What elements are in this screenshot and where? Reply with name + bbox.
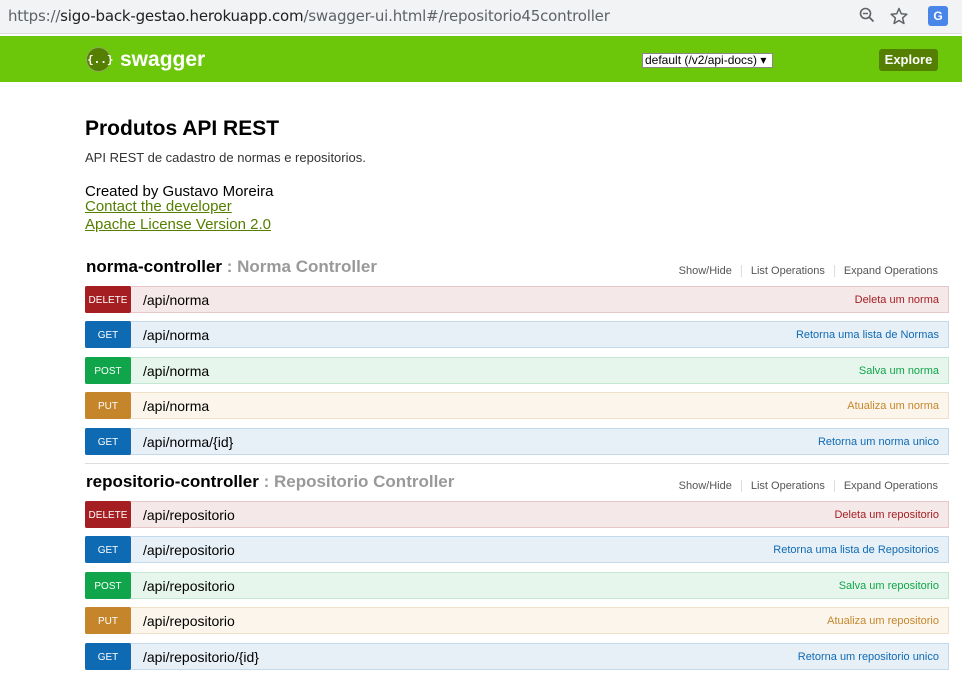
operation-row[interactable]: DELETE /api/norma Deleta um norma xyxy=(85,286,949,313)
operation-path[interactable]: /api/norma xyxy=(143,363,209,379)
controller-title-norma[interactable]: norma-controller : Norma Controller xyxy=(86,257,377,277)
url-path: /swagger-ui.html#/repositorio45controlle… xyxy=(303,7,610,25)
operation-row[interactable]: POST /api/norma Salva um norma xyxy=(85,357,949,384)
swagger-header: {..} swagger default (/v2/api-docs) ▾ Ex… xyxy=(0,36,962,82)
operation-summary[interactable]: Salva um repositorio xyxy=(839,580,939,592)
method-badge: POST xyxy=(85,357,131,384)
method-badge: DELETE xyxy=(85,286,131,313)
api-description: API REST de cadastro de normas e reposit… xyxy=(85,150,366,165)
operation-summary[interactable]: Salva um norma xyxy=(859,365,939,377)
operation-row[interactable]: GET /api/norma Retorna uma lista de Norm… xyxy=(85,321,949,348)
operation-row[interactable]: DELETE /api/repositorio Deleta um reposi… xyxy=(85,501,949,528)
expand-operations-link[interactable]: Expand Operations xyxy=(835,480,938,492)
controller-title-repositorio[interactable]: repositorio-controller : Repositorio Con… xyxy=(86,472,454,492)
operation-row[interactable]: GET /api/repositorio/{id} Retorna um rep… xyxy=(85,643,949,670)
operation-path[interactable]: /api/repositorio xyxy=(143,507,235,523)
show-hide-link[interactable]: Show/Hide xyxy=(670,480,742,492)
method-badge: PUT xyxy=(85,607,131,634)
method-badge: GET xyxy=(85,428,131,455)
method-badge: GET xyxy=(85,536,131,563)
controller-description: : Repositorio Controller xyxy=(263,472,455,491)
spec-select[interactable]: default (/v2/api-docs) ▾ xyxy=(642,53,773,68)
divider xyxy=(85,463,949,464)
url-text[interactable]: https://sigo-back-gestao.herokuapp.com/s… xyxy=(8,7,610,25)
operation-summary[interactable]: Retorna um norma unico xyxy=(818,436,939,448)
controller-actions-norma: Show/Hide List Operations Expand Operation… xyxy=(670,265,938,277)
show-hide-link[interactable]: Show/Hide xyxy=(670,265,742,277)
method-badge: POST xyxy=(85,572,131,599)
operation-path[interactable]: /api/repositorio xyxy=(143,613,235,629)
operation-row[interactable]: GET /api/repositorio Retorna uma lista d… xyxy=(85,536,949,563)
license-link[interactable]: Apache License Version 2.0 xyxy=(85,216,271,233)
operation-row[interactable]: PUT /api/repositorio Atualiza um reposit… xyxy=(85,607,949,634)
method-badge: DELETE xyxy=(85,501,131,528)
operation-path[interactable]: /api/norma xyxy=(143,292,209,308)
operation-path[interactable]: /api/norma xyxy=(143,398,209,414)
url-scheme: https:// xyxy=(8,7,61,25)
operation-path[interactable]: /api/repositorio/{id} xyxy=(143,649,259,665)
operation-row[interactable]: POST /api/repositorio Salva um repositor… xyxy=(85,572,949,599)
operation-row[interactable]: PUT /api/norma Atualiza um norma xyxy=(85,392,949,419)
contact-developer-link[interactable]: Contact the developer xyxy=(85,198,232,215)
operation-summary[interactable]: Deleta um repositorio xyxy=(834,509,939,521)
operation-summary[interactable]: Atualiza um norma xyxy=(847,400,939,412)
list-operations-link[interactable]: List Operations xyxy=(742,480,835,492)
translate-icon[interactable]: G xyxy=(928,6,948,26)
logo-text: swagger xyxy=(120,48,206,71)
controller-name: norma-controller xyxy=(86,257,223,276)
operation-path[interactable]: /api/repositorio xyxy=(143,578,235,594)
operation-summary[interactable]: Retorna um repositorio unico xyxy=(798,651,939,663)
address-bar[interactable]: https://sigo-back-gestao.herokuapp.com/s… xyxy=(0,0,962,34)
method-badge: PUT xyxy=(85,392,131,419)
operation-summary[interactable]: Retorna uma lista de Normas xyxy=(796,329,939,341)
controller-description: : Norma Controller xyxy=(226,257,377,276)
controller-name: repositorio-controller xyxy=(86,472,259,491)
bookmark-star-icon[interactable] xyxy=(889,7,909,27)
operation-path[interactable]: /api/norma xyxy=(143,327,209,343)
list-operations-link[interactable]: List Operations xyxy=(742,265,835,277)
method-badge: GET xyxy=(85,643,131,670)
api-title: Produtos API REST xyxy=(85,117,280,140)
controller-actions-repositorio: Show/Hide List Operations Expand Operation… xyxy=(670,480,938,492)
expand-operations-link[interactable]: Expand Operations xyxy=(835,265,938,277)
operation-summary[interactable]: Deleta um norma xyxy=(855,294,939,306)
operation-path[interactable]: /api/repositorio xyxy=(143,542,235,558)
swagger-logo-icon: {..} xyxy=(86,47,114,72)
url-host: sigo-back-gestao.herokuapp.com xyxy=(60,7,304,25)
operation-summary[interactable]: Retorna uma lista de Repositorios xyxy=(773,544,939,556)
zoom-icon[interactable] xyxy=(857,7,877,27)
operation-path[interactable]: /api/norma/{id} xyxy=(143,434,233,450)
explore-button[interactable]: Explore xyxy=(879,49,938,71)
operation-row[interactable]: GET /api/norma/{id} Retorna um norma uni… xyxy=(85,428,949,455)
method-badge: GET xyxy=(85,321,131,348)
operation-summary[interactable]: Atualiza um repositorio xyxy=(827,615,939,627)
